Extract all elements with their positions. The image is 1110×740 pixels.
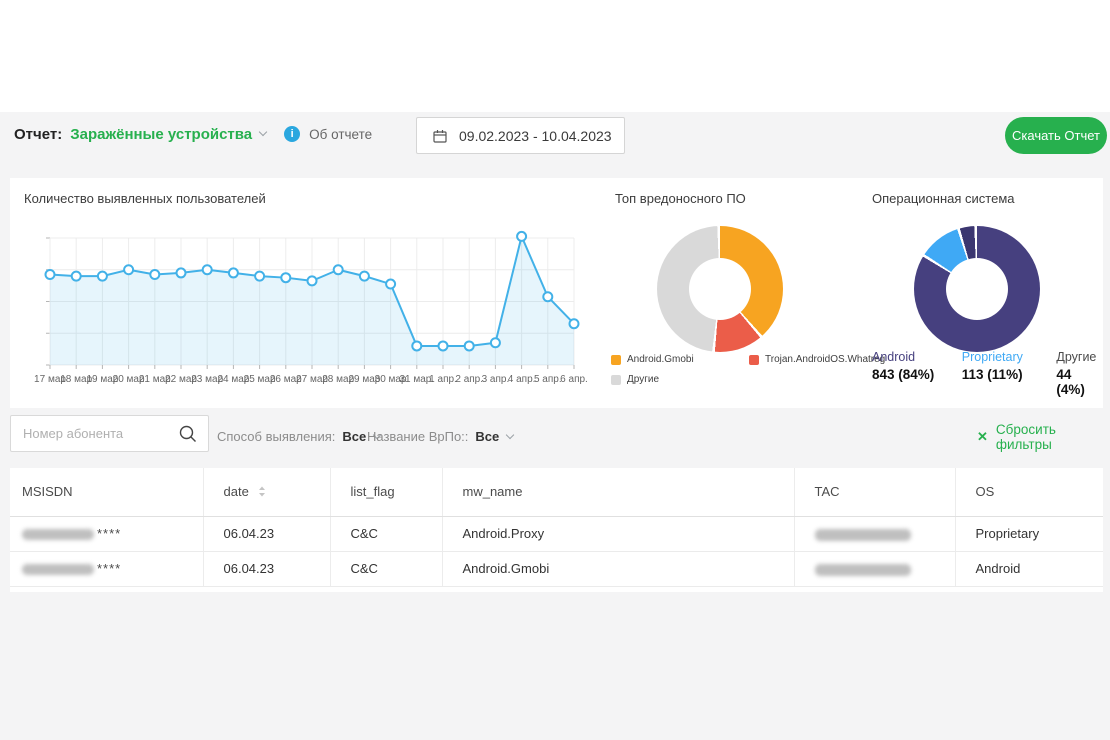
detection-filter-label: Способ выявления: <box>217 429 335 444</box>
svg-text:2 апр.: 2 апр. <box>455 374 483 385</box>
os-stat-value: 843 (84%) <box>872 367 962 382</box>
reset-filters[interactable]: ✕ Сбросить фильтры <box>977 408 1110 465</box>
os-stats: Android 843 (84%) Proprietary 113 (11%) … <box>872 350 1102 397</box>
col-header-date[interactable]: date <box>203 468 330 516</box>
cell-tac <box>794 551 955 586</box>
redacted-tac <box>815 529 911 541</box>
users-line-chart: 17 мар18 мар19 мар20 мар21 мар22 мар23 м… <box>16 214 594 404</box>
os-chart-title: Операционная система <box>872 191 1015 206</box>
svg-text:5 апр.: 5 апр. <box>534 374 562 385</box>
malware-name-filter[interactable]: Название ВрПо:: Все <box>367 408 513 465</box>
col-header-mw-name[interactable]: mw_name <box>442 468 794 516</box>
results-table-card: MSISDN date list_flag mw_name TAC OS ***… <box>10 468 1103 592</box>
cell-mw-name: Android.Proxy <box>442 516 794 551</box>
detection-filter-value[interactable]: Все <box>342 429 366 444</box>
report-name[interactable]: Заражённые устройства <box>70 126 252 143</box>
legend-label: Другие <box>627 374 659 385</box>
calendar-icon <box>433 129 447 143</box>
report-label: Отчет: <box>14 126 62 143</box>
legend-swatch <box>749 355 759 365</box>
sort-icon[interactable] <box>258 486 266 497</box>
cell-mw-name: Android.Gmobi <box>442 551 794 586</box>
cell-os: Proprietary <box>955 516 1103 551</box>
os-stat: Proprietary 113 (11%) <box>962 350 1057 397</box>
date-range-value: 09.02.2023 - 10.04.2023 <box>459 128 612 144</box>
msisdn-mask-suffix: **** <box>97 561 121 576</box>
os-stat-label: Android <box>872 350 962 364</box>
legend-swatch <box>611 375 621 385</box>
malware-filter-label: Название ВрПо:: <box>367 429 468 444</box>
redacted-tac <box>815 564 911 576</box>
cell-list-flag: C&C <box>330 516 442 551</box>
detection-filter[interactable]: Способ выявления: Все <box>217 408 380 465</box>
os-stat-value: 44 (4%) <box>1056 367 1102 397</box>
download-report-button[interactable]: Скачать Отчет <box>1005 117 1107 154</box>
cell-os: Android <box>955 551 1103 586</box>
os-chart-section: Операционная система Android 843 (84%) P… <box>860 178 1103 408</box>
malware-donut-chart <box>657 226 783 352</box>
table-header-row: MSISDN date list_flag mw_name TAC OS <box>10 468 1103 516</box>
os-stat: Android 843 (84%) <box>872 350 962 397</box>
malware-chart-title: Топ вредоносного ПО <box>615 191 746 206</box>
table-row[interactable]: **** 06.04.23C&CAndroid.Proxy Proprietary <box>10 516 1103 551</box>
msisdn-mask-suffix: **** <box>97 526 121 541</box>
cell-list-flag: C&C <box>330 551 442 586</box>
malware-legend: Android.Gmobi Trojan.AndroidOS.Whatreg Д… <box>611 354 855 385</box>
svg-text:3 апр.: 3 апр. <box>482 374 510 385</box>
search-icon[interactable] <box>178 424 198 444</box>
cell-msisdn: **** <box>10 551 203 586</box>
filters-bar: Способ выявления: Все Название ВрПо:: Вс… <box>0 408 1110 465</box>
chevron-down-icon[interactable] <box>259 128 267 136</box>
reset-filters-label[interactable]: Сбросить фильтры <box>996 422 1110 452</box>
charts-card: Количество выявленных пользователей 17 м… <box>10 178 1103 408</box>
legend-swatch <box>611 355 621 365</box>
col-header-tac[interactable]: TAC <box>794 468 955 516</box>
os-donut-chart <box>914 226 1040 352</box>
about-report-link[interactable]: Об отчете <box>309 127 372 142</box>
mw-legend-item: Другие <box>611 374 749 385</box>
chevron-down-icon[interactable] <box>506 430 514 438</box>
os-stat-label: Другие <box>1056 350 1102 364</box>
svg-text:4 апр.: 4 апр. <box>508 374 536 385</box>
svg-text:6 апр.: 6 апр. <box>560 374 588 385</box>
os-stat-value: 113 (11%) <box>962 367 1057 382</box>
mw-legend-item: Android.Gmobi <box>611 354 749 365</box>
users-chart-section: Количество выявленных пользователей 17 м… <box>10 178 600 408</box>
os-stat-label: Proprietary <box>962 350 1057 364</box>
reset-icon[interactable]: ✕ <box>977 429 988 445</box>
report-header: Отчет: Заражённые устройства i Об отчете… <box>0 112 1110 178</box>
redacted-msisdn <box>22 564 94 575</box>
legend-label: Android.Gmobi <box>627 354 694 365</box>
cell-tac <box>794 516 955 551</box>
date-range-picker[interactable]: 09.02.2023 - 10.04.2023 <box>416 117 625 154</box>
report-selector: Отчет: Заражённые устройства i Об отчете <box>14 112 372 156</box>
search-input[interactable] <box>11 416 176 451</box>
cell-date: 06.04.23 <box>203 551 330 586</box>
users-chart-title: Количество выявленных пользователей <box>24 191 266 206</box>
donut-hole <box>689 258 751 320</box>
redacted-msisdn <box>22 529 94 540</box>
col-header-os[interactable]: OS <box>955 468 1103 516</box>
col-header-msisdn[interactable]: MSISDN <box>10 468 203 516</box>
malware-filter-value[interactable]: Все <box>475 429 499 444</box>
cell-date: 06.04.23 <box>203 516 330 551</box>
col-header-list-flag[interactable]: list_flag <box>330 468 442 516</box>
col-header-date-label: date <box>224 484 249 499</box>
dashboard: Отчет: Заражённые устройства i Об отчете… <box>0 112 1110 740</box>
table-row[interactable]: **** 06.04.23C&CAndroid.Gmobi Android <box>10 551 1103 586</box>
donut-hole <box>946 258 1008 320</box>
os-stat: Другие 44 (4%) <box>1056 350 1102 397</box>
results-table: MSISDN date list_flag mw_name TAC OS ***… <box>10 468 1103 587</box>
malware-chart-section: Топ вредоносного ПО Android.Gmobi Trojan… <box>600 178 860 408</box>
cell-msisdn: **** <box>10 516 203 551</box>
svg-text:1 апр.: 1 апр. <box>429 374 457 385</box>
info-icon[interactable]: i <box>284 126 300 142</box>
subscriber-search[interactable] <box>10 415 209 452</box>
table-body: ****06.04.23C&CAndroid.ProxyProprietary*… <box>10 516 1103 586</box>
